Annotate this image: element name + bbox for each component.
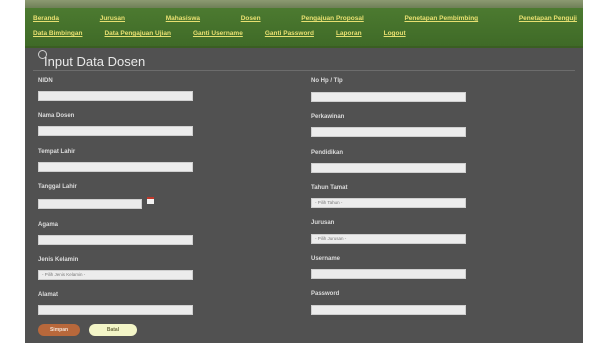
app-frame: Beranda Jurusan Mahasiswa Dosen Pengajua…	[25, 0, 583, 343]
nav-link-pengajuan-proposal[interactable]: Pengajuan Proposal	[301, 15, 364, 22]
tempat-lahir-label: Tempat Lahir	[38, 149, 76, 155]
nav-link-ganti-username[interactable]: Ganti Username	[193, 30, 243, 37]
nav-link-data-pengajuan-ujian[interactable]: Data Pengajuan Ujian	[104, 30, 170, 37]
alamat-input[interactable]	[38, 305, 193, 315]
nav-link-jurusan[interactable]: Jurusan	[100, 15, 125, 22]
alamat-label: Alamat	[38, 292, 59, 298]
calendar-icon[interactable]	[147, 197, 154, 204]
username-label: Username	[311, 256, 341, 262]
tanggal-lahir-input[interactable]	[38, 199, 142, 209]
jenis-kelamin-label: Jenis Kelamin	[38, 257, 79, 263]
jurusan-label: Jurusan	[311, 220, 335, 226]
tempat-lahir-input[interactable]	[38, 162, 193, 172]
no-hp-input[interactable]	[311, 92, 466, 102]
jurusan-select[interactable]: - Pilih Jurusan -	[311, 234, 466, 244]
pendidikan-label: Pendidikan	[311, 150, 344, 156]
save-button[interactable]: Simpan	[38, 324, 80, 336]
tahun-tamat-label: Tahun Tamat	[311, 185, 348, 191]
jenis-kelamin-select[interactable]: - Pilih Jenis Kelamin -	[38, 270, 193, 280]
nav-row-1: Beranda Jurusan Mahasiswa Dosen Pengajua…	[33, 15, 577, 22]
tahun-tamat-select[interactable]: - Pilih Tahun -	[311, 198, 466, 208]
tanggal-lahir-label: Tanggal Lahir	[38, 184, 77, 190]
nama-dosen-input[interactable]	[38, 126, 193, 136]
perkawinan-label: Perkawinan	[311, 114, 345, 120]
nav-bar: Beranda Jurusan Mahasiswa Dosen Pengajua…	[25, 8, 583, 48]
nidn-label: NIDN	[38, 78, 53, 84]
password-input[interactable]	[311, 305, 466, 315]
nav-link-ganti-password[interactable]: Ganti Password	[265, 30, 314, 37]
username-input[interactable]	[311, 269, 466, 279]
nav-link-mahasiswa[interactable]: Mahasiswa	[166, 15, 200, 22]
agama-input[interactable]	[38, 235, 193, 245]
page-title: Input Data Dosen	[44, 54, 146, 69]
perkawinan-input[interactable]	[311, 127, 466, 137]
nav-link-penetapan-pembimbing[interactable]: Penetapan Pembimbing	[404, 15, 478, 22]
nama-dosen-label: Nama Dosen	[38, 113, 75, 119]
cancel-button[interactable]: Batal	[89, 324, 137, 336]
nav-link-beranda[interactable]: Beranda	[33, 15, 59, 22]
no-hp-label: No Hp / Tlp	[311, 78, 343, 84]
agama-label: Agama	[38, 222, 59, 228]
title-divider	[33, 70, 575, 71]
password-label: Password	[311, 291, 340, 297]
nav-link-penetapan-penguji[interactable]: Penetapan Penguji	[519, 15, 577, 22]
pendidikan-input[interactable]	[311, 163, 466, 173]
nav-link-data-bimbingan[interactable]: Data Bimbingan	[33, 30, 82, 37]
nav-row-2: Data Bimbingan Data Pengajuan Ujian Gant…	[33, 30, 577, 37]
nav-link-laporan[interactable]: Laporan	[336, 30, 362, 37]
header-strip	[25, 0, 583, 8]
nav-link-logout[interactable]: Logout	[384, 30, 406, 37]
nav-link-dosen[interactable]: Dosen	[241, 15, 261, 22]
nidn-input[interactable]	[38, 91, 193, 101]
